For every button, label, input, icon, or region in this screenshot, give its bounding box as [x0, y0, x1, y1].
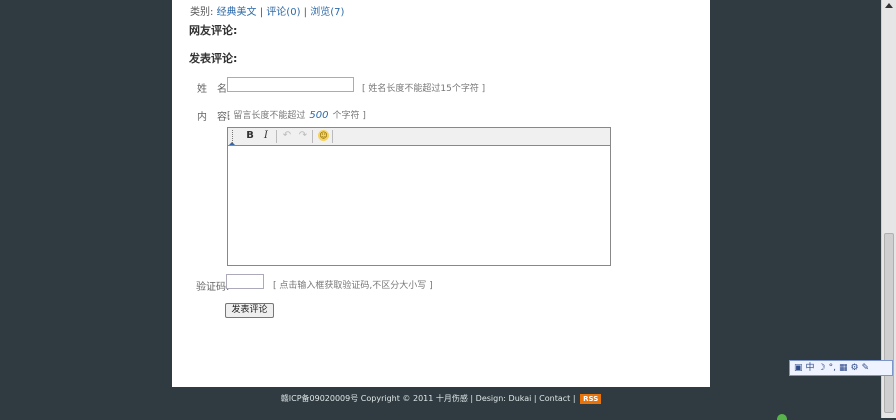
post-comment-heading: 发表评论: — [189, 52, 238, 65]
content-max-count: 500 — [309, 110, 329, 121]
toolbar-separator — [312, 130, 313, 143]
captcha-field[interactable] — [226, 274, 264, 289]
smiley-icon[interactable]: ☺ — [318, 130, 329, 141]
rich-text-editor: B I ↶ ↷ ☺ — [227, 127, 611, 266]
editor-toolbar: B I ↶ ↷ ☺ — [228, 128, 610, 146]
scrollbar-thumb[interactable] — [884, 233, 894, 413]
content-hint: [ 留言长度不能超过 500 个字符 ] — [227, 108, 366, 121]
design-link[interactable]: Dukai — [509, 394, 532, 403]
submit-comment-button[interactable]: 发表评论 — [225, 303, 274, 318]
ime-item[interactable]: °, — [829, 363, 836, 373]
redo-button[interactable]: ↷ — [296, 130, 310, 142]
scroll-up-arrow-icon[interactable] — [885, 3, 893, 8]
views-link[interactable]: 浏览(7) — [310, 7, 344, 18]
comment-textarea[interactable] — [228, 146, 610, 265]
name-hint: [ 姓名长度不能超过15个字符 ] — [362, 84, 486, 94]
content-hint-prefix: [ 留言长度不能超过 — [227, 111, 306, 121]
content-hint-suffix: 个字符 ] — [332, 111, 366, 121]
bold-button[interactable]: B — [243, 130, 257, 142]
page-scrollbar[interactable] — [881, 0, 896, 418]
design-label: | Design: — [470, 394, 506, 403]
ime-toolbar[interactable]: ▣ 中 ☽ °, ▦ ⚙ ✎ — [789, 360, 893, 376]
comments-heading: 网友评论: — [189, 24, 238, 37]
name-field[interactable] — [227, 77, 354, 92]
comments-link[interactable]: 评论(0) — [266, 7, 300, 18]
rss-badge[interactable]: RSS — [580, 394, 602, 404]
italic-button[interactable]: I — [259, 130, 273, 142]
toolbar-grip-icon — [232, 130, 235, 143]
name-label: 姓 名: — [197, 84, 231, 95]
status-indicator-icon — [777, 414, 787, 420]
ime-logo-icon: ▣ — [794, 363, 803, 373]
ime-item[interactable]: ☽ — [818, 363, 826, 373]
meta-separator: | — [259, 7, 264, 18]
content-label: 内 容: — [197, 112, 231, 123]
toolbar-separator — [332, 130, 333, 143]
ime-item[interactable]: ▦ — [839, 363, 848, 373]
captcha-label: 验证码: — [196, 282, 230, 293]
ime-item[interactable]: ✎ — [862, 363, 870, 373]
icp-text: 赣ICP备09020009号 — [280, 394, 359, 403]
ime-item[interactable]: 中 — [806, 363, 815, 373]
ime-item[interactable]: ⚙ — [851, 363, 859, 373]
contact-link[interactable]: Contact — [539, 394, 570, 403]
site-footer: 赣ICP备09020009号 Copyright © 2011 十月伤感 | D… — [172, 387, 710, 418]
content-panel: 类别: 经典美文 | 评论(0) | 浏览(7) 网友评论: 发表评论: 姓 名… — [172, 0, 710, 387]
category-link[interactable]: 经典美文 — [217, 7, 257, 18]
toolbar-separator — [276, 130, 277, 143]
copyright-text: Copyright © 2011 十月伤感 — [360, 394, 468, 403]
captcha-hint: [ 点击输入框获取验证码,不区分大小写 ] — [273, 281, 433, 291]
undo-button[interactable]: ↶ — [280, 130, 294, 142]
post-meta: 类别: 经典美文 | 评论(0) | 浏览(7) — [190, 3, 344, 18]
meta-separator: | — [303, 7, 308, 18]
category-label: 类别: — [190, 7, 214, 18]
